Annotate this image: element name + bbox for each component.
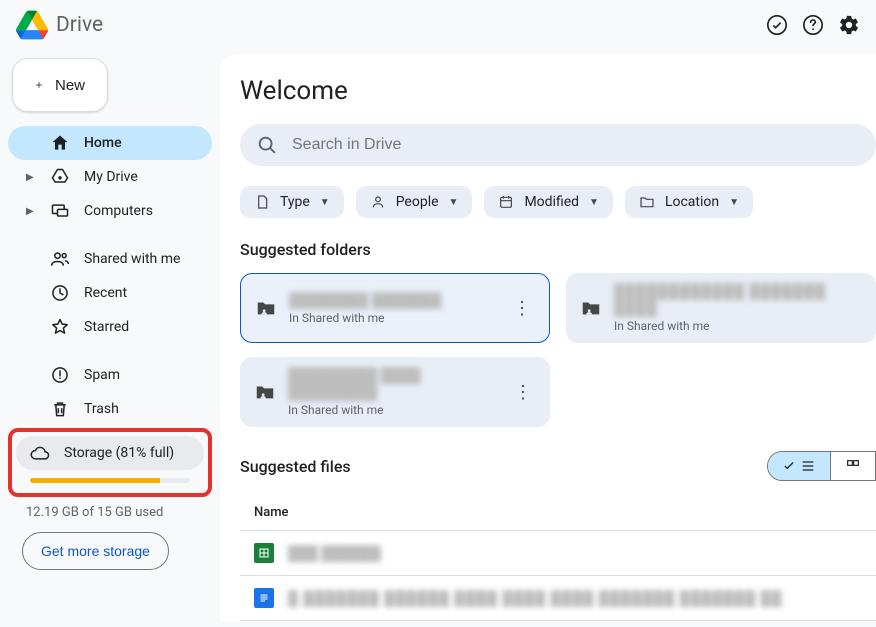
folder-card[interactable]: █████████ ████ █████████ In Shared with … [240, 357, 550, 427]
storage-progress-fill [30, 478, 160, 483]
shared-folder-icon [255, 297, 277, 319]
sidebar-item-home[interactable]: Home [8, 126, 212, 160]
storage-label: Storage (81% full) [64, 445, 174, 461]
sidebar-label: Spam [84, 367, 120, 383]
cloud-icon [30, 443, 50, 463]
app-header: Drive [0, 0, 876, 50]
storage-progress [30, 478, 190, 483]
folder-card[interactable]: ████████████ ███████ ████ In Shared with… [566, 273, 876, 343]
computers-icon [50, 201, 70, 221]
filter-type[interactable]: Type ▼ [240, 186, 344, 218]
storage-used-text: 12.19 GB of 15 GB used [26, 505, 212, 520]
header-actions [766, 14, 860, 36]
file-name: █ ███████ ██████ ████ ████ ████ ███████ … [288, 590, 782, 607]
sidebar-label: Starred [84, 319, 129, 335]
sidebar-label: Trash [84, 401, 119, 417]
new-button-label: New [55, 77, 85, 94]
filter-people[interactable]: People ▼ [356, 186, 473, 218]
search-bar[interactable] [240, 124, 876, 166]
drive-logo-icon [16, 10, 48, 40]
sidebar-label: My Drive [84, 169, 138, 185]
get-more-storage-button[interactable]: Get more storage [22, 532, 169, 570]
expand-icon[interactable]: ▶ [26, 172, 36, 183]
shared-icon [50, 249, 70, 269]
file-row[interactable]: ███ ██████ [240, 531, 876, 576]
sheets-icon [254, 543, 274, 563]
search-icon [256, 134, 278, 156]
settings-icon[interactable] [838, 14, 860, 36]
home-icon [50, 133, 70, 153]
sidebar-label: Shared with me [84, 251, 180, 267]
spam-icon [50, 365, 70, 385]
chevron-down-icon: ▼ [589, 197, 599, 208]
shared-folder-icon [580, 297, 602, 319]
grid-icon [845, 458, 861, 474]
sidebar-item-recent[interactable]: Recent [8, 276, 212, 310]
folder-subtitle: In Shared with me [288, 403, 498, 417]
filter-chips: Type ▼ People ▼ Modified ▼ Location ▼ [240, 186, 876, 218]
folder-subtitle: In Shared with me [614, 319, 862, 333]
sidebar-item-shared[interactable]: Shared with me [8, 242, 212, 276]
offline-ready-icon[interactable] [766, 14, 788, 36]
view-toggle [767, 451, 876, 481]
filter-modified[interactable]: Modified ▼ [484, 186, 613, 218]
docs-icon [254, 588, 274, 608]
list-view-button[interactable] [768, 452, 830, 480]
file-icon [254, 194, 270, 210]
sidebar-item-trash[interactable]: Trash [8, 392, 212, 426]
chip-label: Modified [524, 194, 579, 210]
folder-title: ████████ ███████ [289, 292, 497, 309]
column-name[interactable]: Name [240, 497, 876, 531]
file-row[interactable]: █ ███████ ██████ ████ ████ ████ ███████ … [240, 576, 876, 621]
shared-folder-icon [254, 381, 276, 403]
logo[interactable]: Drive [16, 10, 103, 40]
folder-card[interactable]: ████████ ███████ In Shared with me ⋮ [240, 273, 550, 343]
sidebar-item-my-drive[interactable]: ▶ My Drive [8, 160, 212, 194]
more-icon[interactable]: ⋮ [510, 382, 536, 403]
main-content: Welcome Type ▼ People ▼ Modified ▼ [220, 54, 876, 621]
page-title: Welcome [240, 76, 876, 106]
check-icon [782, 459, 796, 473]
trash-icon [50, 399, 70, 419]
calendar-icon [498, 194, 514, 210]
folder-subtitle: In Shared with me [289, 311, 497, 325]
new-button[interactable]: New [12, 58, 108, 112]
help-icon[interactable] [802, 14, 824, 36]
expand-icon[interactable]: ▶ [26, 206, 36, 217]
chip-label: Location [665, 194, 719, 210]
chip-label: People [396, 194, 439, 210]
grid-view-button[interactable] [830, 452, 875, 480]
sidebar: New Home ▶ My Drive ▶ Computers [0, 50, 220, 621]
plus-icon [35, 75, 43, 95]
folder-title: █████████ ████ █████████ [288, 367, 498, 401]
chevron-down-icon: ▼ [729, 197, 739, 208]
folder-icon [639, 194, 655, 210]
sidebar-label: Home [84, 135, 122, 151]
list-icon [800, 458, 816, 474]
sidebar-label: Recent [84, 285, 127, 301]
storage-highlighted: Storage (81% full) [8, 428, 212, 497]
person-icon [370, 194, 386, 210]
sidebar-item-spam[interactable]: Spam [8, 358, 212, 392]
recent-icon [50, 283, 70, 303]
suggested-files-heading: Suggested files [240, 457, 351, 476]
drive-icon [50, 167, 70, 187]
file-name: ███ ██████ [288, 545, 381, 562]
app-title: Drive [56, 13, 103, 37]
suggested-folders-heading: Suggested folders [240, 240, 876, 259]
search-input[interactable] [292, 136, 860, 154]
sidebar-item-computers[interactable]: ▶ Computers [8, 194, 212, 228]
chevron-down-icon: ▼ [320, 197, 330, 208]
filter-location[interactable]: Location ▼ [625, 186, 753, 218]
more-icon[interactable]: ⋮ [509, 298, 535, 319]
sidebar-item-storage[interactable]: Storage (81% full) [16, 436, 204, 470]
star-icon [50, 317, 70, 337]
chevron-down-icon: ▼ [449, 197, 459, 208]
folder-title: ████████████ ███████ ████ [614, 283, 862, 317]
sidebar-item-starred[interactable]: Starred [8, 310, 212, 344]
chip-label: Type [280, 194, 310, 210]
sidebar-label: Computers [84, 203, 153, 219]
